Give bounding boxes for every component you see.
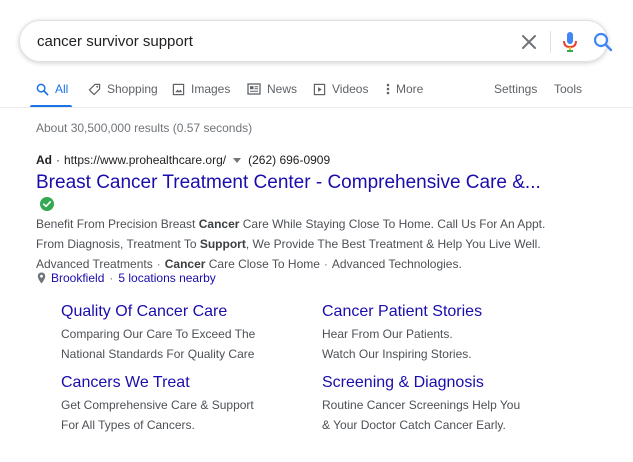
tools-link[interactable]: Tools — [554, 82, 582, 96]
tag-icon — [88, 83, 101, 95]
callout-link-care-close-to-home[interactable]: Cancer Care Close To Home — [165, 257, 320, 271]
clear-icon[interactable] — [519, 32, 539, 52]
search-divider — [550, 31, 551, 53]
microphone-icon[interactable] — [560, 31, 580, 53]
callout-link-advanced-treatments[interactable]: Advanced Treatments — [36, 257, 153, 271]
ad-url-line: Ad · https://www.prohealthcare.org/ (262… — [36, 153, 330, 167]
tab-label: More — [396, 82, 424, 96]
sitelink-desc: & Your Doctor Catch Cancer Early. — [322, 418, 506, 432]
tab-images[interactable]: Images — [172, 82, 230, 96]
tab-more[interactable]: More — [386, 82, 423, 96]
more-vert-icon — [386, 83, 390, 95]
sitelink-desc: For All Types of Cancers. — [61, 418, 195, 432]
search-icon[interactable] — [592, 31, 614, 53]
sitelink-title[interactable]: Quality Of Cancer Care — [61, 303, 301, 321]
search-box[interactable] — [19, 20, 613, 62]
tabs-divider — [0, 107, 633, 108]
tab-label: News — [267, 82, 298, 96]
sitelink-title[interactable]: Cancer Patient Stories — [322, 303, 562, 321]
ad-badge: Ad — [36, 153, 52, 167]
callout-link-advanced-technologies[interactable]: Advanced Technologies. — [332, 257, 462, 271]
location-city-link[interactable]: Brookfield — [51, 271, 104, 285]
sitelink: Cancers We Treat Get Comprehensive Care … — [61, 374, 301, 435]
ad-url: https://www.prohealthcare.org/ — [64, 153, 227, 167]
search-input[interactable] — [37, 30, 477, 52]
verified-check-icon — [40, 197, 54, 211]
ad-phone[interactable]: (262) 696-0909 — [248, 153, 330, 167]
tab-shopping[interactable]: Shopping — [88, 82, 158, 96]
tab-label: All — [55, 82, 69, 96]
settings-link[interactable]: Settings — [494, 82, 537, 96]
sitelink-title[interactable]: Screening & Diagnosis — [322, 374, 562, 392]
sitelink: Cancer Patient Stories Hear From Our Pat… — [322, 303, 562, 364]
ad-menu-caret-icon[interactable] — [233, 157, 242, 163]
sitelink: Quality Of Cancer Care Comparing Our Car… — [61, 303, 301, 364]
ad-separator: · — [56, 153, 60, 167]
tab-news[interactable]: News — [247, 82, 297, 96]
sitelink-title[interactable]: Cancers We Treat — [61, 374, 301, 392]
image-icon — [172, 83, 185, 95]
sitelink: Screening & Diagnosis Routine Cancer Scr… — [322, 374, 562, 435]
sitelink-desc: National Standards For Quality Care — [61, 347, 255, 361]
ad-location: Brookfield · 5 locations nearby — [37, 271, 216, 285]
sitelink-desc: Watch Our Inspiring Stories. — [322, 347, 472, 361]
settings-label: Settings — [494, 82, 538, 96]
result-stats: About 30,500,000 results (0.57 seconds) — [36, 121, 253, 135]
ad-description: Benefit From Precision Breast Cancer Car… — [36, 217, 546, 271]
sitelink-desc: Hear From Our Patients. — [322, 327, 453, 341]
newspaper-icon — [247, 83, 261, 95]
ad-title-link[interactable]: Breast Cancer Treatment Center - Compreh… — [36, 172, 541, 194]
locations-nearby-link[interactable]: 5 locations nearby — [118, 271, 215, 285]
sitelink-desc: Routine Cancer Screenings Help You — [322, 398, 521, 412]
play-icon — [313, 83, 326, 95]
tab-all[interactable]: All — [36, 82, 68, 96]
search-tabs: All Shopping Images News Videos More Set… — [0, 70, 633, 108]
tab-label: Shopping — [107, 82, 158, 96]
tab-videos[interactable]: Videos — [313, 82, 368, 96]
tab-label: Images — [191, 82, 231, 96]
location-pin-icon — [37, 272, 46, 284]
sitelink-desc: Comparing Our Care To Exceed The — [61, 327, 256, 341]
search-icon — [36, 83, 49, 95]
tools-label: Tools — [554, 82, 583, 96]
sitelink-desc: Get Comprehensive Care & Support — [61, 398, 254, 412]
tab-label: Videos — [332, 82, 369, 96]
